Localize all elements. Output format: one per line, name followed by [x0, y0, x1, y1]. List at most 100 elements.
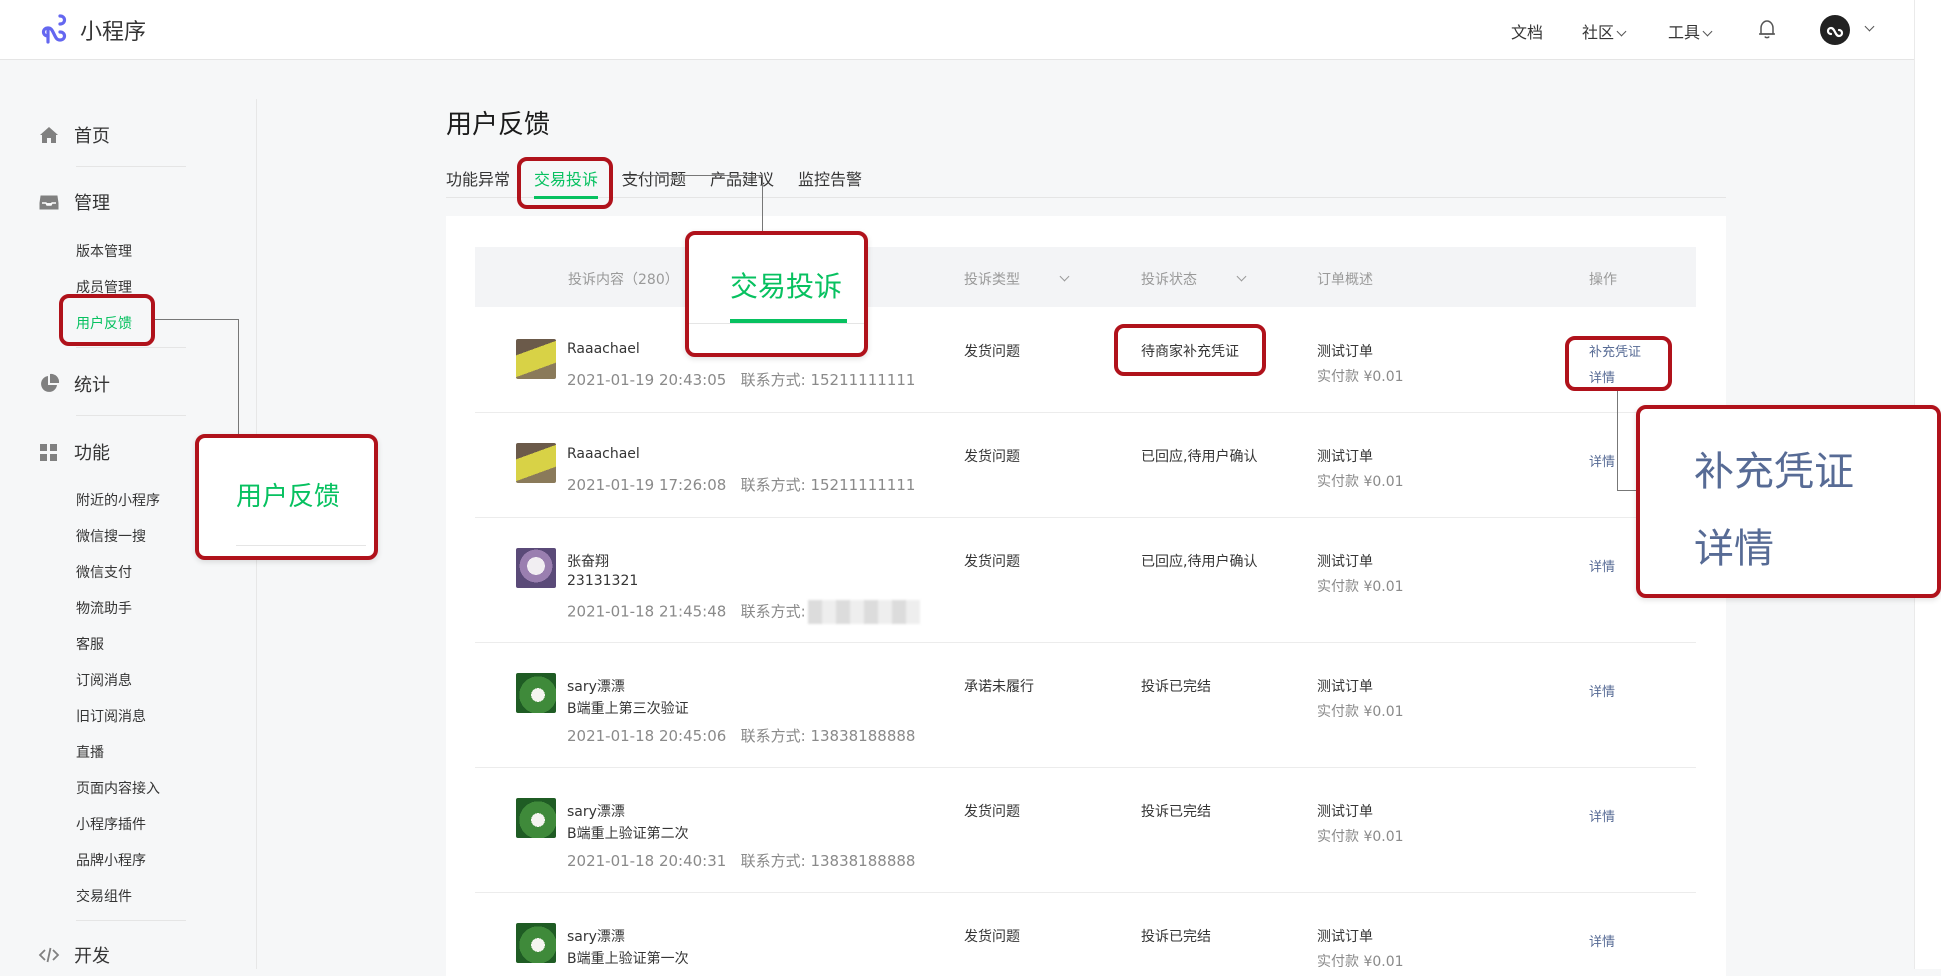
- detail-link[interactable]: 详情: [1589, 806, 1615, 825]
- highlight-actions: [1565, 336, 1672, 391]
- tab-payment[interactable]: 支付问题: [622, 166, 686, 190]
- complaint-status: 已回应,待用户确认: [1141, 554, 1258, 570]
- sidebar-item-version[interactable]: 版本管理: [76, 241, 132, 261]
- contact-label: 联系方式:: [740, 371, 806, 389]
- contact-label: 联系方式:: [740, 602, 806, 621]
- connector-line: [1617, 490, 1637, 491]
- sidebar-item-brand[interactable]: 品牌小程序: [76, 850, 146, 870]
- user-avatar: [516, 339, 556, 379]
- app-name[interactable]: 小程序: [80, 14, 146, 46]
- complaint-time-value: 2021-01-19 20:43:05: [567, 371, 727, 389]
- mini-program-logo-icon[interactable]: [38, 14, 70, 46]
- highlight-sidebar-feedback: [59, 294, 155, 346]
- complaint-status: 投诉已完结: [1141, 804, 1211, 820]
- complaint-text: B端重上第三次验证: [567, 701, 689, 717]
- sidebar-item-plugin[interactable]: 小程序插件: [76, 814, 146, 834]
- order-summary: 测试订单: [1317, 679, 1373, 695]
- highlight-status: [1114, 324, 1266, 376]
- connector-line: [622, 175, 762, 176]
- nav-community-label: 社区: [1582, 23, 1615, 42]
- order-summary: 测试订单: [1317, 449, 1373, 465]
- row-divider: [475, 642, 1696, 643]
- user-name: sary漂漂: [567, 929, 625, 945]
- bell-icon[interactable]: [1758, 19, 1776, 39]
- complaint-time-value: 2021-01-19 17:26:08: [567, 476, 727, 494]
- complaint-time: 2021-01-18 20:40:31 联系方式: 13838188888: [567, 850, 915, 871]
- nav-tools[interactable]: 工具: [1668, 19, 1713, 43]
- sidebar-item-service[interactable]: 客服: [76, 634, 104, 654]
- sidebar-item-pay[interactable]: 微信支付: [76, 562, 132, 582]
- contact-value: 15211111111: [810, 476, 916, 494]
- order-summary: 测试订单: [1317, 554, 1373, 570]
- tab-suggestion[interactable]: 产品建议: [710, 166, 774, 190]
- sidebar-item-trade[interactable]: 交易组件: [76, 886, 132, 906]
- sidebar-item-manage[interactable]: 管理: [38, 189, 110, 215]
- user-name: 张奋翔: [567, 554, 609, 570]
- divider: [689, 323, 864, 324]
- user-avatar: [516, 923, 556, 963]
- nav-community[interactable]: 社区: [1582, 19, 1627, 43]
- complaint-type: 发货问题: [964, 344, 1020, 360]
- divider: [76, 166, 186, 167]
- sidebar-item-subscribe[interactable]: 订阅消息: [76, 670, 132, 690]
- sidebar-item-stats[interactable]: 统计: [38, 371, 110, 397]
- order-paid: 实付款 ¥0.01: [1317, 954, 1404, 970]
- home-icon: [40, 127, 58, 143]
- divider: [76, 415, 186, 416]
- user-avatar: [516, 443, 556, 483]
- header-status[interactable]: 投诉状态: [1141, 269, 1197, 289]
- chevron-down-icon[interactable]: [1864, 21, 1875, 32]
- inbox-icon: [39, 195, 59, 210]
- divider: [236, 545, 366, 546]
- sidebar-item-features[interactable]: 功能: [38, 439, 110, 465]
- sidebar-item-home[interactable]: 首页: [38, 122, 110, 148]
- complaint-time-value: 2021-01-18 21:45:48: [567, 602, 727, 621]
- detail-link[interactable]: 详情: [1589, 556, 1615, 575]
- sidebar-item-content[interactable]: 页面内容接入: [76, 778, 160, 798]
- tab-function-error[interactable]: 功能异常: [446, 166, 510, 190]
- divider: [76, 920, 186, 921]
- contact-label: 联系方式:: [740, 727, 806, 745]
- zoom-callout-actions: 补充凭证 详情: [1636, 405, 1941, 598]
- detail-link[interactable]: 详情: [1589, 931, 1615, 950]
- header-content: 投诉内容（280）: [568, 272, 679, 288]
- sidebar-item-label: 功能: [74, 443, 110, 464]
- nav-docs[interactable]: 文档: [1511, 19, 1543, 43]
- user-avatar[interactable]: [1820, 15, 1850, 45]
- complaint-type: 发货问题: [964, 449, 1020, 465]
- detail-link[interactable]: 详情: [1589, 681, 1615, 700]
- complaint-text: 23131321: [567, 573, 639, 589]
- connector-line: [155, 319, 239, 320]
- user-name: sary漂漂: [567, 679, 625, 695]
- order-paid: 实付款 ¥0.01: [1317, 704, 1404, 720]
- detail-link[interactable]: 详情: [1589, 451, 1615, 470]
- order-paid: 实付款 ¥0.01: [1317, 829, 1404, 845]
- complaint-text: B端重上验证第一次: [567, 951, 689, 967]
- code-icon: [38, 947, 60, 963]
- page-title: 用户反馈: [446, 110, 551, 140]
- complaint-status: 投诉已完结: [1141, 929, 1211, 945]
- sidebar-item-live[interactable]: 直播: [76, 742, 104, 762]
- sidebar-item-search[interactable]: 微信搜一搜: [76, 526, 146, 546]
- row-divider: [475, 412, 1696, 413]
- sidebar-item-label: 统计: [74, 375, 110, 396]
- contact-label: 联系方式:: [740, 476, 806, 494]
- sidebar-item-logistics[interactable]: 物流助手: [76, 598, 132, 618]
- connector-line: [1617, 391, 1618, 490]
- pie-chart-icon: [41, 373, 60, 392]
- tab-monitor[interactable]: 监控告警: [798, 166, 862, 190]
- sidebar-item-label: 管理: [74, 193, 110, 214]
- connector-line: [762, 175, 763, 231]
- header-type[interactable]: 投诉类型: [964, 269, 1020, 289]
- zoom-label: 交易投诉: [730, 270, 843, 303]
- sidebar-item-dev[interactable]: 开发: [38, 942, 110, 968]
- order-summary: 测试订单: [1317, 344, 1373, 360]
- zoom-label: 详情: [1694, 526, 1774, 572]
- complaint-time: 2021-01-19 20:43:05 联系方式: 15211111111: [567, 369, 915, 390]
- sidebar-item-old-subscribe[interactable]: 旧订阅消息: [76, 706, 146, 726]
- contact-value: 13838188888: [810, 852, 916, 870]
- complaint-status: 已回应,待用户确认: [1141, 449, 1258, 465]
- user-name: Raaachael: [567, 446, 640, 462]
- sidebar-item-nearby[interactable]: 附近的小程序: [76, 490, 160, 510]
- contact-value: 13838188888: [810, 727, 916, 745]
